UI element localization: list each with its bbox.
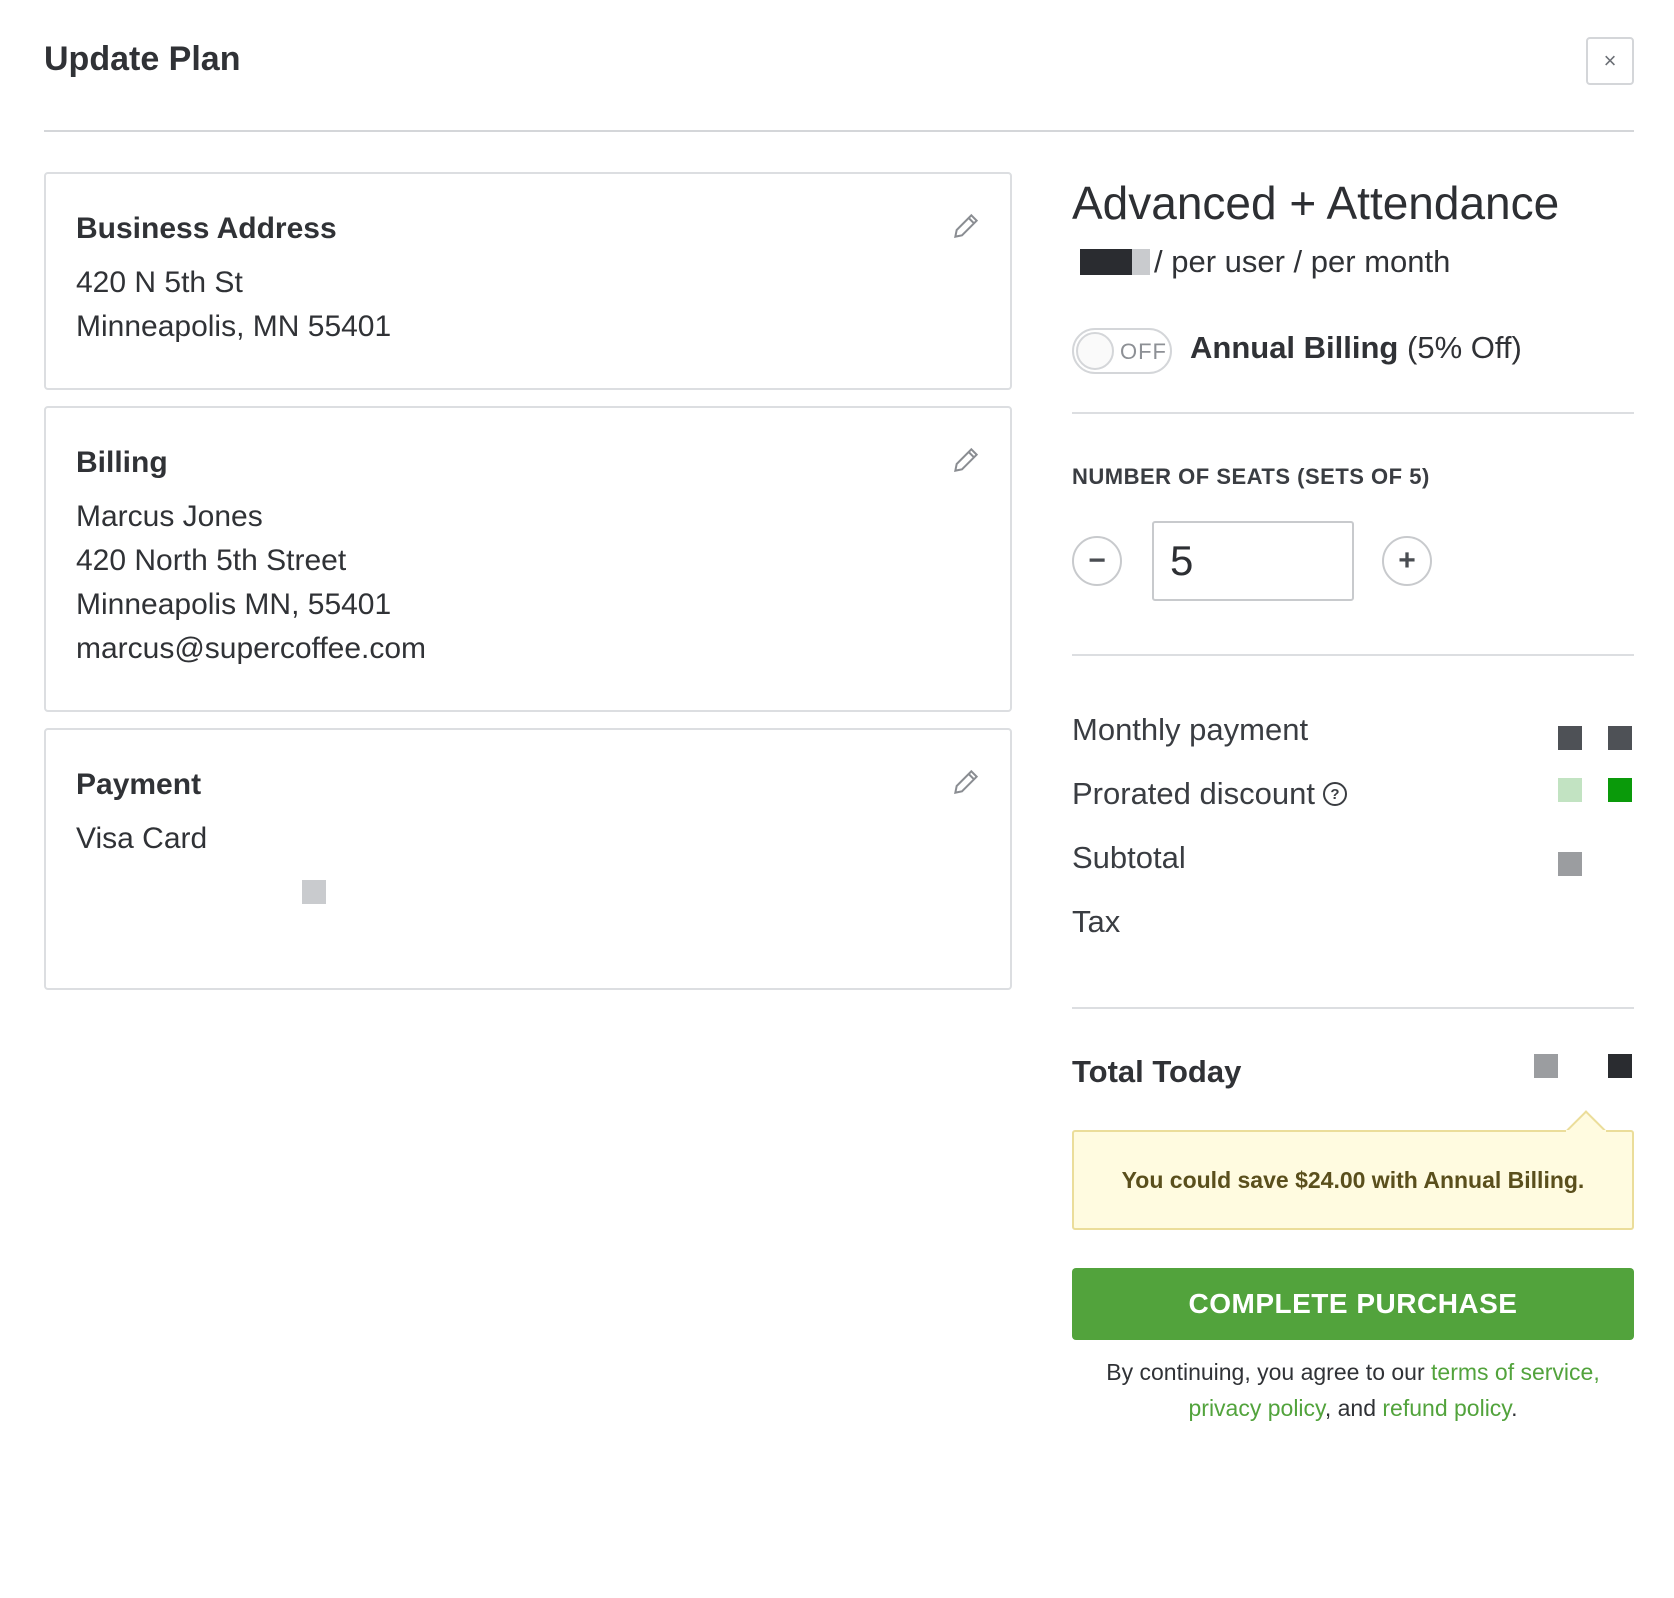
- prorated-discount-label: Prorated discount ?: [1072, 776, 1347, 812]
- annual-billing-label: Annual Billing (5% Off): [1190, 330, 1522, 366]
- modal-title: Update Plan: [44, 40, 241, 78]
- redacted-amount: [1534, 1054, 1558, 1078]
- subtotal-label: Subtotal: [1072, 840, 1186, 875]
- seats-label: NUMBER OF SEATS (SETS OF 5): [1072, 464, 1430, 489]
- billing-city: Minneapolis MN, 55401: [76, 588, 392, 621]
- redacted-amount: [1608, 778, 1632, 802]
- payment-method: Visa Card: [76, 822, 208, 855]
- pencil-icon: [954, 769, 979, 794]
- billing-street: 420 North 5th Street: [76, 544, 347, 577]
- edit-payment-button[interactable]: [950, 766, 982, 798]
- billing-name: Marcus Jones: [76, 500, 263, 533]
- annual-billing-text: Annual Billing: [1190, 330, 1399, 365]
- redacted-price: [1132, 249, 1150, 275]
- legal-notice: By continuing, you agree to our terms of…: [1072, 1354, 1634, 1426]
- pencil-icon: [954, 447, 979, 472]
- savings-text: You could save $24.00 with Annual Billin…: [1121, 1166, 1585, 1193]
- billing-email: marcus@supercoffee.com: [76, 632, 427, 665]
- redacted-price: [1080, 249, 1132, 275]
- plan-price: / per user / per month: [1080, 244, 1450, 280]
- billing-title: Billing: [76, 446, 168, 479]
- redacted-card-number: [302, 880, 326, 904]
- plus-icon: +: [1398, 544, 1416, 577]
- terms-of-service-link[interactable]: terms of service,: [1431, 1359, 1600, 1385]
- minus-icon: −: [1088, 544, 1106, 577]
- billing-card: Billing Marcus Jones 420 North 5th Stree…: [44, 406, 1012, 712]
- tax-label: Tax: [1072, 904, 1121, 939]
- divider: [1072, 1007, 1634, 1009]
- redacted-amount: [1558, 852, 1582, 876]
- seats-input[interactable]: [1152, 521, 1354, 601]
- decrease-seats-button[interactable]: −: [1072, 536, 1122, 586]
- divider: [1072, 654, 1634, 656]
- price-suffix: / per user / per month: [1154, 244, 1451, 279]
- business-address-line: 420 N 5th St: [76, 266, 243, 299]
- toggle-knob: [1076, 332, 1114, 370]
- close-button[interactable]: ×: [1586, 37, 1634, 85]
- monthly-payment-label: Monthly payment: [1072, 712, 1309, 747]
- pencil-icon: [954, 213, 979, 238]
- modal-header: Update Plan ×: [44, 0, 1634, 132]
- increase-seats-button[interactable]: +: [1382, 536, 1432, 586]
- complete-purchase-button[interactable]: COMPLETE PURCHASE: [1072, 1268, 1634, 1340]
- edit-billing-button[interactable]: [950, 444, 982, 476]
- edit-business-address-button[interactable]: [950, 210, 982, 242]
- annual-savings-notice: You could save $24.00 with Annual Billin…: [1072, 1110, 1634, 1230]
- annual-billing-toggle[interactable]: OFF: [1072, 328, 1172, 374]
- annual-discount: (5% Off): [1407, 330, 1522, 365]
- business-address-card: Business Address 420 N 5th St Minneapoli…: [44, 172, 1012, 390]
- toggle-state: OFF: [1120, 339, 1167, 364]
- legal-prefix: By continuing, you agree to our: [1106, 1359, 1432, 1385]
- refund-policy-link[interactable]: refund policy: [1382, 1395, 1511, 1421]
- business-address-line: Minneapolis, MN 55401: [76, 310, 392, 343]
- prorated-discount-text: Prorated discount: [1072, 776, 1315, 811]
- privacy-policy-link[interactable]: privacy policy: [1189, 1395, 1325, 1421]
- payment-card: Payment Visa Card: [44, 728, 1012, 990]
- notice-arrow-cover: [1566, 1130, 1606, 1144]
- total-today-label: Total Today: [1072, 1054, 1242, 1089]
- legal-middle: , and: [1324, 1395, 1383, 1421]
- close-icon: ×: [1603, 48, 1617, 73]
- payment-title: Payment: [76, 768, 202, 801]
- redacted-amount: [1558, 778, 1582, 802]
- plan-name: Advanced + Attendance: [1072, 177, 1560, 229]
- legal-suffix: .: [1511, 1395, 1518, 1421]
- help-icon[interactable]: ?: [1322, 782, 1347, 806]
- redacted-amount: [1558, 726, 1582, 750]
- redacted-amount: [1608, 726, 1632, 750]
- divider: [1072, 412, 1634, 414]
- business-address-title: Business Address: [76, 212, 337, 245]
- redacted-amount: [1608, 1054, 1632, 1078]
